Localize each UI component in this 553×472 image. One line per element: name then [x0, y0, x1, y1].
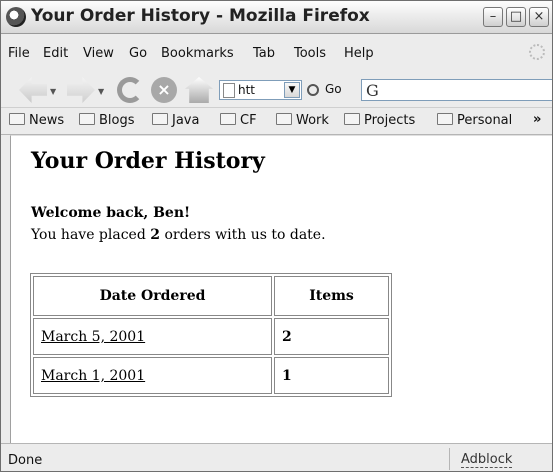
window-title: Your Order History - Mozilla Firefox	[31, 6, 370, 26]
status-text: Done	[8, 453, 43, 468]
order-count: 2	[150, 227, 161, 243]
adblock-button[interactable]: Adblock	[461, 452, 513, 468]
reload-icon[interactable]	[117, 77, 143, 103]
order-date-cell: March 5, 2001	[33, 318, 272, 355]
menu-file[interactable]: File	[8, 46, 30, 61]
status-bar: Done Adblock	[1, 443, 552, 471]
order-items-cell: 2	[274, 318, 389, 355]
maximize-button[interactable]: □	[506, 7, 526, 27]
url-dropdown-icon[interactable]: ▼	[284, 82, 300, 98]
folder-icon	[344, 113, 360, 125]
title-bar: Your Order History - Mozilla Firefox – □…	[1, 1, 552, 34]
status-divider	[449, 448, 450, 470]
bookmark-folder-personal[interactable]: Personal	[437, 113, 512, 128]
menu-tab[interactable]: Tab	[253, 46, 275, 61]
back-dropdown-icon[interactable]: ▼	[50, 87, 56, 96]
folder-icon	[152, 113, 168, 125]
table-header-row: Date Ordered Items	[33, 276, 389, 316]
forward-icon[interactable]	[67, 77, 95, 103]
google-icon[interactable]: G	[366, 81, 379, 100]
column-header-items: Items	[274, 276, 389, 316]
go-icon[interactable]	[307, 84, 319, 96]
folder-icon	[276, 113, 292, 125]
order-date-cell: March 1, 2001	[33, 357, 272, 394]
order-date-link[interactable]: March 5, 2001	[41, 329, 145, 345]
throbber-icon	[529, 44, 545, 60]
folder-icon	[9, 113, 25, 125]
forward-dropdown-icon[interactable]: ▼	[98, 87, 104, 96]
page-icon	[223, 83, 235, 98]
bookmark-folder-news[interactable]: News	[9, 113, 64, 128]
bookmark-folder-cf[interactable]: CF	[220, 113, 257, 128]
menu-bookmarks[interactable]: Bookmarks	[161, 46, 234, 61]
order-summary: You have placed 2 orders with us to date…	[31, 227, 326, 243]
table-row: March 1, 2001 1	[33, 357, 389, 394]
bookmark-folder-java[interactable]: Java	[152, 113, 199, 128]
folder-icon	[220, 113, 236, 125]
folder-icon	[437, 113, 453, 125]
welcome-message: Welcome back, Ben!	[31, 205, 191, 221]
menu-tools[interactable]: Tools	[294, 46, 326, 61]
column-header-date: Date Ordered	[33, 276, 272, 316]
navigation-toolbar: ▼ ▼ × htt ▼ Go G	[1, 71, 552, 108]
menu-bar: File Edit View Go Bookmarks Tab Tools He…	[1, 34, 552, 70]
page-content: Your Order History Welcome back, Ben! Yo…	[10, 135, 552, 443]
page-title: Your Order History	[31, 148, 265, 174]
bookmark-folder-work[interactable]: Work	[276, 113, 329, 128]
back-icon[interactable]	[19, 77, 47, 103]
bookmark-folder-projects[interactable]: Projects	[344, 113, 415, 128]
minimize-button[interactable]: –	[483, 7, 503, 27]
orders-table: Date Ordered Items March 5, 2001 2 March…	[30, 273, 392, 397]
order-items-cell: 1	[274, 357, 389, 394]
folder-icon	[79, 113, 95, 125]
go-button[interactable]: Go	[325, 82, 342, 96]
url-field[interactable]: htt ▼	[219, 80, 302, 100]
close-button[interactable]: ×	[529, 7, 549, 27]
browser-window: Your Order History - Mozilla Firefox – □…	[0, 0, 553, 472]
firefox-icon	[6, 7, 26, 27]
menu-view[interactable]: View	[83, 46, 114, 61]
menu-help[interactable]: Help	[344, 46, 374, 61]
menu-go[interactable]: Go	[129, 46, 147, 61]
menu-edit[interactable]: Edit	[43, 46, 68, 61]
stop-icon[interactable]: ×	[151, 77, 177, 103]
order-date-link[interactable]: March 1, 2001	[41, 368, 145, 384]
table-row: March 5, 2001 2	[33, 318, 389, 355]
bookmarks-toolbar: News Blogs Java CF Work Projects Persona…	[1, 108, 552, 135]
bookmark-folder-blogs[interactable]: Blogs	[79, 113, 135, 128]
search-field[interactable]: G	[361, 79, 552, 101]
url-text[interactable]: htt	[238, 83, 255, 97]
bookmarks-overflow-button[interactable]: »	[533, 112, 541, 127]
home-icon[interactable]	[185, 77, 213, 103]
